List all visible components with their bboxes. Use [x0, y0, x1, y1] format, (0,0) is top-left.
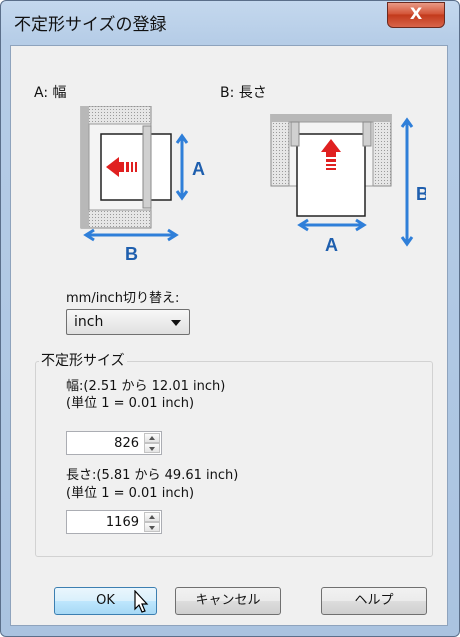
- unit-select-value: inch: [74, 314, 104, 330]
- a-label-text: A: [192, 159, 205, 179]
- title-bar[interactable]: 不定形サイズの登録 X: [1, 1, 459, 41]
- length-unit-text: (単位 1 = 0.01 inch): [66, 486, 195, 501]
- dialog-body: A: 幅 B: 長さ A B A mm/inch切り替え: inch 不定形サイ…: [10, 45, 448, 626]
- unit-select[interactable]: inch: [66, 309, 190, 335]
- chevron-down-icon: [149, 447, 155, 451]
- length-increment-button[interactable]: [144, 512, 160, 522]
- dialog-window: 不定形サイズの登録 X A: 幅 B: 長さ A B A mm/inch切り替え…: [0, 0, 460, 637]
- width-spinbox[interactable]: 826: [66, 431, 162, 455]
- b-dimension-arrow: [83, 228, 179, 242]
- length-spinbox[interactable]: 1169: [66, 510, 162, 534]
- close-icon: X: [409, 4, 423, 23]
- b-label-text-2: B: [416, 184, 426, 204]
- b-label-text: B: [125, 244, 138, 264]
- chevron-down-icon: [171, 320, 181, 326]
- a-dimension-arrow-horizontal: [297, 218, 367, 232]
- length-range-text: 長さ:(5.81 から 49.61 inch): [66, 468, 239, 483]
- width-decrement-button[interactable]: [144, 443, 160, 453]
- width-increment-button[interactable]: [144, 433, 160, 443]
- window-title: 不定形サイズの登録: [14, 15, 167, 35]
- length-feed-diagram: B A: [270, 114, 426, 255]
- a-dimension-arrow: [175, 133, 189, 201]
- a-label-text-2: A: [325, 235, 338, 255]
- close-button[interactable]: X: [387, 2, 445, 28]
- caption-width: A: 幅: [34, 85, 67, 101]
- unit-switch-label: mm/inch切り替え:: [66, 291, 180, 306]
- width-value: 826: [114, 436, 139, 451]
- help-button[interactable]: ヘルプ: [321, 587, 427, 615]
- chevron-down-icon: [149, 526, 155, 530]
- custom-size-legend: 不定形サイズ: [39, 350, 127, 370]
- chevron-up-icon: [149, 515, 155, 519]
- width-unit-text: (単位 1 = 0.01 inch): [66, 396, 195, 411]
- cancel-button[interactable]: キャンセル: [175, 587, 281, 615]
- caption-length: B: 長さ: [220, 85, 267, 101]
- width-feed-diagram: A B: [80, 106, 205, 264]
- chevron-up-icon: [149, 436, 155, 440]
- length-decrement-button[interactable]: [144, 522, 160, 532]
- mouse-pointer-icon: [134, 590, 149, 613]
- length-value: 1169: [105, 515, 139, 530]
- b-dimension-arrow-vertical: [400, 117, 414, 247]
